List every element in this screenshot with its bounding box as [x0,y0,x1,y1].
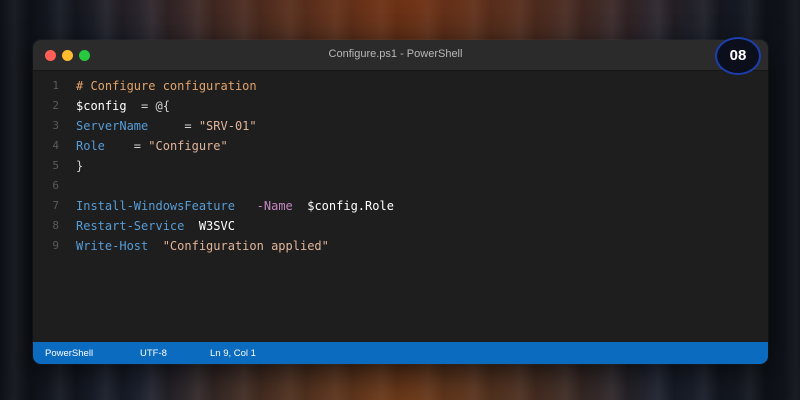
code-line[interactable]: 4 Role = "Configure" [33,136,768,156]
code-text: Role = "Configure" [76,136,228,156]
line-number: 8 [52,219,59,232]
code-token-cmd: Restart-Service [76,219,185,233]
code-line[interactable]: 3 ServerName = "SRV-01" [33,116,768,136]
code-text: $config = @{ [76,96,170,116]
code-text: Write-Host "Configuration applied" [76,236,329,256]
powershell-editor-window: Configure.ps1 - PowerShell 1 # Configure … [33,40,768,364]
code-token-str: "Configure" [148,139,228,153]
code-token-str: "Configuration applied" [162,239,329,253]
code-token-var: $config.Role [307,199,394,213]
code-line[interactable]: 5} [33,156,768,176]
window-title: Configure.ps1 - PowerShell [328,48,463,60]
code-token-var: $config [76,99,127,113]
line-number: 4 [52,139,59,152]
code-line[interactable]: 6 [33,176,768,196]
code-token-cmd: ServerName [76,119,149,133]
code-token-cmd: Write-Host [76,239,149,253]
code-text: Restart-Service W3SVC [76,216,235,236]
code-token-cmd: Role [76,139,105,153]
code-token-comment: # Configure configuration [76,79,257,93]
code-line[interactable]: 2 $config = @{ [33,96,768,116]
line-number: 7 [52,199,59,212]
code-token-plain: } [76,159,84,173]
code-token-plain: = @{ [126,99,170,113]
line-number: 2 [52,99,59,112]
code-token-cmd: Install-WindowsFeature [76,199,235,213]
line-number: 3 [52,119,59,132]
status-bar: PowerShell UTF-8 Ln 9, Col 1 [33,342,768,364]
code-text: } [76,156,83,176]
code-line[interactable]: 9 Write-Host "Configuration applied" [33,236,768,256]
status-encoding[interactable]: UTF-8 [140,348,167,359]
code-text: ServerName = "SRV-01" [76,116,257,136]
code-token-plain: = [148,119,199,133]
code-token-var: W3SVC [198,219,235,233]
code-token-str: "SRV-01" [198,119,257,133]
line-number: 5 [52,159,59,172]
code-token-plain: = [104,139,149,153]
code-line[interactable]: 8 Restart-Service W3SVC [33,216,768,236]
code-editor[interactable]: 1 # Configure configuration 2 $config = @{3… [33,71,768,342]
status-language[interactable]: PowerShell [45,348,93,359]
status-cursor-position[interactable]: Ln 9, Col 1 [210,348,256,359]
step-number-badge: 08 [715,37,761,75]
code-text: Install-WindowsFeature -Name $config.Rol… [76,196,394,216]
line-number: 6 [52,179,59,192]
title-bar: Configure.ps1 - PowerShell [33,40,768,71]
code-text: # Configure configuration [76,76,257,96]
code-token-param: -Name [256,199,293,213]
line-number: 9 [52,239,59,252]
code-line[interactable]: 7 Install-WindowsFeature -Name $config.Ro… [33,196,768,216]
line-number: 1 [52,79,59,92]
code-line[interactable]: 1 # Configure configuration [33,76,768,96]
